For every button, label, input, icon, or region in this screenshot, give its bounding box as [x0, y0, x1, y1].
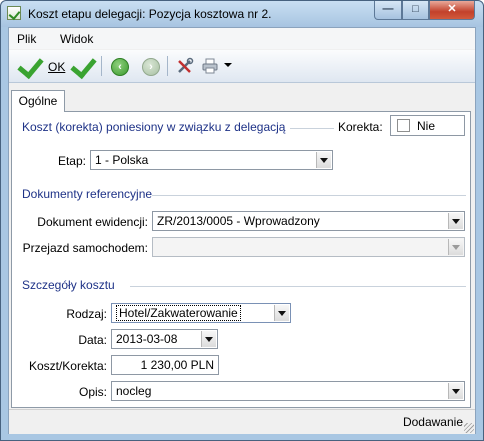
toolbar-separator	[101, 56, 102, 76]
etap-label: Etap:	[57, 154, 86, 168]
tools-icon[interactable]	[176, 57, 194, 75]
koszt-korekta-input[interactable]: 1 230,00 PLN	[111, 355, 219, 375]
app-checkmark-icon	[7, 6, 21, 20]
close-button[interactable]: ✕	[429, 1, 475, 20]
ok-label: OK	[48, 60, 66, 74]
tab-panel-ogolne: Koszt (korekta) poniesiony w związku z d…	[11, 111, 471, 408]
resize-grip-icon[interactable]	[464, 423, 474, 433]
menu-plik[interactable]: Plik	[17, 32, 36, 46]
green-check-plus-icon	[70, 51, 97, 80]
minimize-button[interactable]: —	[374, 1, 402, 20]
rodzaj-select[interactable]: Hotel/Zakwaterowanie	[111, 303, 291, 323]
section-divider	[152, 195, 466, 196]
printer-icon[interactable]	[202, 58, 218, 74]
chevron-down-icon[interactable]	[316, 152, 331, 168]
dokument-ewidencji-select[interactable]: ZR/2013/0005 - Wprowadzony	[152, 211, 465, 231]
korekta-label: Korekta:	[338, 120, 383, 134]
section-dokumenty-title: Dokumenty referencyjne	[22, 187, 153, 201]
korekta-checkbox-label: Nie	[417, 119, 436, 133]
toolbar: OK ‹ ›	[9, 50, 475, 83]
green-check-icon	[17, 51, 44, 80]
korekta-checkbox[interactable]	[397, 119, 410, 132]
maximize-button[interactable]: □	[402, 1, 429, 20]
arrow-left-icon[interactable]: ‹	[111, 58, 129, 76]
window-title: Koszt etapu delegacji: Pozycja kosztowa …	[28, 7, 272, 21]
przejazd-samochodem-select[interactable]	[152, 237, 465, 257]
ok-and-new-button[interactable]	[69, 51, 97, 80]
koszt-korekta-label: Koszt/Korekta:	[28, 359, 107, 373]
chevron-down-icon[interactable]	[274, 305, 289, 321]
opis-combo[interactable]: nocleg	[111, 381, 465, 401]
ok-button[interactable]: OK	[13, 51, 67, 80]
etap-select[interactable]: 1 - Polska	[90, 150, 333, 170]
arrow-right-icon[interactable]: ›	[142, 58, 160, 76]
section-divider	[290, 128, 334, 129]
korekta-box[interactable]: Nie	[390, 115, 465, 136]
etap-value: 1 - Polska	[95, 153, 149, 167]
status-text: Dodawanie	[402, 415, 463, 429]
chevron-down-icon[interactable]	[448, 239, 463, 255]
client-area: Plik Widok OK ‹ › Ogólne Koszt (korekta)…	[8, 27, 476, 434]
data-label: Data:	[78, 333, 107, 347]
przejazd-samochodem-label: Przejazd samochodem:	[22, 241, 148, 255]
dialog-window: Koszt etapu delegacji: Pozycja kosztowa …	[0, 0, 484, 441]
print-dropdown-arrow-icon[interactable]	[224, 63, 232, 67]
toolbar-separator	[167, 56, 168, 76]
section-divider	[130, 286, 466, 287]
section-koszt-title: Koszt (korekta) poniesiony w związku z d…	[22, 120, 286, 134]
data-value: 2013-03-08	[116, 332, 178, 346]
opis-label: Opis:	[78, 385, 107, 399]
chevron-down-icon[interactable]	[201, 331, 216, 347]
title-bar[interactable]: Koszt etapu delegacji: Pozycja kosztowa …	[1, 1, 483, 27]
chevron-down-icon[interactable]	[448, 383, 463, 399]
menu-widok[interactable]: Widok	[60, 32, 93, 46]
menu-bar: Plik Widok	[9, 28, 475, 49]
dokument-ewidencji-label: Dokument ewidencji:	[37, 215, 148, 229]
rodzaj-label: Rodzaj:	[66, 307, 107, 321]
chevron-down-icon[interactable]	[448, 213, 463, 229]
status-bar: Dodawanie	[9, 409, 475, 434]
tab-ogolne[interactable]: Ogólne	[11, 90, 65, 112]
section-szczegoly-title: Szczegóły kosztu	[22, 278, 115, 292]
opis-value: nocleg	[116, 384, 152, 398]
dokument-ewidencji-value: ZR/2013/0005 - Wprowadzony	[157, 214, 320, 228]
data-date-picker[interactable]: 2013-03-08	[111, 329, 218, 349]
rodzaj-value: Hotel/Zakwaterowanie	[116, 305, 241, 321]
